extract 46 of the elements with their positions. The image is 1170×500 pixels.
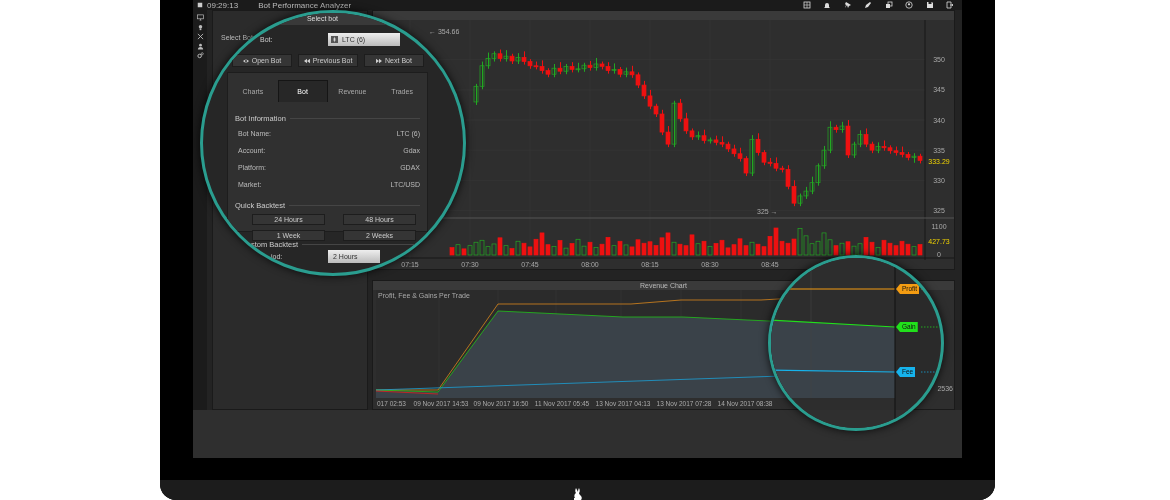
candlestick [509, 53, 515, 65]
rabbit-icon [573, 488, 582, 500]
candlestick [569, 61, 575, 73]
candlestick [917, 153, 923, 164]
candlestick [875, 141, 881, 154]
candlestick [563, 63, 569, 75]
loss-line [375, 390, 439, 395]
candlestick [671, 100, 677, 148]
candlestick [623, 67, 629, 78]
candlestick [617, 66, 623, 78]
user-circle-icon[interactable] [905, 1, 913, 9]
candlestick [839, 121, 845, 134]
eye-icon [242, 57, 249, 64]
candlestick [551, 63, 557, 78]
candlestick [707, 136, 713, 145]
candlestick [497, 49, 503, 63]
candlestick [503, 49, 509, 63]
candlestick [833, 124, 839, 134]
exit-icon[interactable] [946, 1, 954, 9]
pin-icon[interactable] [843, 1, 852, 9]
gear-icon[interactable] [196, 52, 204, 59]
candlestick [515, 52, 521, 65]
copy-icon[interactable] [884, 1, 893, 9]
double-right-arrow-icon [376, 57, 383, 64]
candlestick [587, 60, 593, 72]
candlestick [911, 152, 917, 164]
monitor-icon[interactable] [196, 14, 204, 21]
bulb-icon[interactable] [196, 23, 204, 31]
candlestick [557, 61, 563, 75]
candlestick [701, 129, 707, 145]
save-icon[interactable] [925, 1, 934, 9]
user-icon[interactable] [196, 42, 204, 50]
candlestick [695, 130, 701, 141]
candlestick-icon [331, 36, 338, 43]
bell-icon[interactable] [823, 1, 831, 9]
candlestick [845, 119, 851, 159]
candlestick [611, 62, 617, 75]
app-logo-icon [197, 2, 203, 8]
double-left-arrow-icon [303, 57, 310, 64]
leader-line [920, 326, 941, 328]
candlestick [749, 134, 755, 177]
tools-icon[interactable] [196, 33, 204, 40]
app-title: Bot Performance Analyzer [258, 0, 352, 10]
grid-icon[interactable] [802, 1, 811, 9]
candlestick [593, 57, 599, 72]
clock-text: 09:29:13 [207, 0, 239, 10]
